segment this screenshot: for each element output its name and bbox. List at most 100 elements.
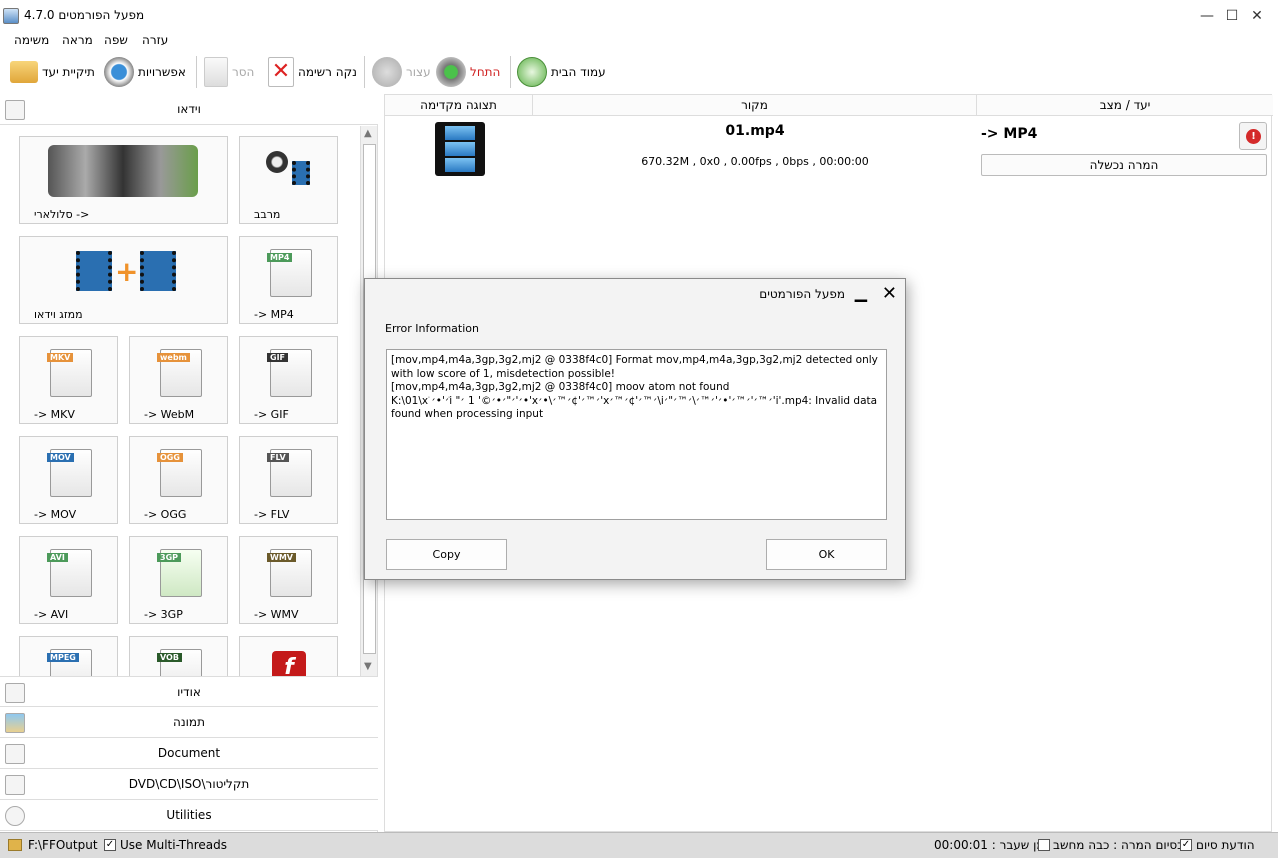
error-button[interactable]: ! (1239, 122, 1267, 150)
title-bar: מפעל הפורמטים 4.7.0 — ☐ ✕ (0, 0, 1278, 32)
column-output-status[interactable]: יעד / מצב (977, 95, 1273, 116)
remove-label: הסר (232, 65, 255, 79)
error-icon: ! (1246, 129, 1261, 144)
tile-mpeg[interactable]: MPEG (19, 636, 118, 676)
ok-button[interactable]: OK (766, 539, 887, 570)
category-dvd[interactable]: DVD\CD\ISO\תקליטור (0, 769, 378, 800)
document-icon (5, 744, 25, 764)
tile-swf[interactable]: f (239, 636, 338, 676)
tile-video-joiner[interactable]: + ממזג וידאו (19, 236, 228, 324)
webm-file-icon: webm (157, 349, 202, 397)
flv-file-icon: FLV (267, 449, 312, 497)
tile-ogg[interactable]: OGG -> OGG (129, 436, 228, 524)
output-path[interactable]: F:\FFOutput (28, 838, 98, 852)
clear-list-label: נקה רשימה (298, 65, 357, 79)
tile-avi[interactable]: AVI -> AVI (19, 536, 118, 624)
tile-webm[interactable]: webm -> WebM (129, 336, 228, 424)
menu-language[interactable]: שפה (104, 33, 128, 47)
clear-list-button[interactable]: ✕ נקה רשימה (268, 54, 357, 90)
file-name: 01.mp4 (725, 123, 785, 139)
multithreads-checkbox[interactable]: ✓ (104, 839, 116, 851)
menu-help[interactable]: עזרה (142, 33, 168, 47)
toolbar-separator (364, 56, 365, 88)
mkv-file-icon: MKV (47, 349, 92, 397)
stop-icon (372, 57, 402, 87)
wmv-file-icon: WMV (267, 549, 312, 597)
film-icon (292, 161, 310, 185)
tile-gif[interactable]: GIF -> GIF (239, 336, 338, 424)
menu-view[interactable]: מראה (62, 33, 93, 47)
tile-mp4[interactable]: MP4 -> MP4 (239, 236, 338, 324)
tile-mkv[interactable]: MKV -> MKV (19, 336, 118, 424)
tile-mobile[interactable]: סלולארי -> (19, 136, 228, 224)
tile-wmv[interactable]: WMV -> WMV (239, 536, 338, 624)
conversion-status[interactable]: המרה נכשלה (981, 154, 1267, 176)
start-button[interactable]: התחל (436, 54, 500, 90)
category-picture[interactable]: תמונה (0, 707, 378, 738)
elapsed-time: 00:00:01 : זמן שעבר (934, 838, 1049, 852)
error-info-heading: Error Information (385, 322, 479, 335)
remove-button[interactable]: הסר (204, 54, 254, 90)
tile-multiplex[interactable]: מרבב (239, 136, 338, 224)
start-label: התחל (470, 65, 501, 79)
tile-mov[interactable]: MOV -> MOV (19, 436, 118, 524)
category-utilities[interactable]: Utilities (0, 800, 378, 831)
plus-icon: + (115, 255, 139, 288)
error-line: K:\01\ׁx ׳'ׁ•׳i "׳'׳"׳•׳©' 1 ׳•'x׳™׳'¢׳™… (391, 394, 881, 421)
toolbar-separator (196, 56, 197, 88)
output-folder-button[interactable]: תיקיית יעד (10, 54, 95, 90)
column-preview[interactable]: תצוגה מקדימה (385, 95, 533, 116)
category-video[interactable]: וידאו (0, 94, 378, 125)
mpeg-file-icon: MPEG (47, 649, 92, 676)
scroll-up-icon[interactable]: ▲ (364, 128, 372, 139)
minimize-button[interactable]: — (1197, 6, 1217, 26)
error-line: [mov,mp4,m4a,3gp,3g2,mj2 @ 0338f4c0] moo… (391, 381, 730, 393)
menu-bar: משימה מראה שפה עזרה (0, 30, 1278, 50)
shutdown-checkbox[interactable] (1038, 839, 1050, 851)
film-icon (140, 251, 176, 291)
stop-button[interactable]: עצור (372, 54, 431, 90)
error-dialog: מפעל הפורמטים ▁ ✕ Error Information [mov… (364, 278, 906, 580)
start-icon (436, 57, 466, 87)
column-source[interactable]: מקור (533, 95, 977, 116)
gear-icon (104, 57, 134, 87)
copy-button[interactable]: Copy (386, 539, 507, 570)
flash-icon: f (272, 651, 306, 676)
window-title: מפעל הפורמטים 4.7.0 (24, 8, 145, 22)
shutdown-label: בסיום המרה : כבה מחשב (1053, 838, 1185, 852)
category-audio[interactable]: אודיו (0, 676, 378, 707)
picture-icon (5, 713, 25, 733)
category-utilities-label: Utilities (166, 808, 212, 822)
homepage-button[interactable]: עמוד הבית (517, 54, 606, 90)
film-icon (76, 251, 112, 291)
tile-flv[interactable]: FLV -> FLV (239, 436, 338, 524)
output-folder-label: תיקיית יעד (42, 65, 95, 79)
toolbar: תיקיית יעד אפשרויות הסר ✕ נקה רשימה עצור… (0, 52, 1278, 94)
toolbar-separator (510, 56, 511, 88)
mov-file-icon: MOV (47, 449, 92, 497)
mp4-file-icon: MP4 (267, 249, 312, 297)
dialog-close-icon[interactable]: ✕ (882, 283, 897, 304)
disc-drive-icon (5, 775, 25, 795)
options-button[interactable]: אפשרויות (104, 54, 186, 90)
category-document-label: Document (157, 746, 221, 760)
file-info: 670.32M , 0x0 , 0.00fps , 0bps , 00:00:0… (641, 155, 869, 168)
dialog-minimize-icon[interactable]: ▁ (855, 283, 867, 302)
target-format: -> MP4 (981, 126, 1038, 142)
tile-3gp[interactable]: 3GP -> 3GP (129, 536, 228, 624)
notify-checkbox[interactable]: ✓ (1180, 839, 1192, 851)
menu-task[interactable]: משימה (14, 33, 49, 47)
tile-vob[interactable]: VOB (129, 636, 228, 676)
error-details-text[interactable]: [mov,mp4,m4a,3gp,3g2,mj2 @ 0338f4c0] For… (386, 349, 887, 520)
close-button[interactable]: ✕ (1247, 6, 1267, 26)
error-line: [mov,mp4,m4a,3gp,3g2,mj2 @ 0338f4c0] For… (391, 354, 882, 380)
category-document[interactable]: Document (0, 738, 378, 769)
3gp-file-icon: 3GP (157, 549, 202, 597)
category-dvd-label: DVD\CD\ISO\תקליטור (128, 777, 250, 791)
homepage-label: עמוד הבית (551, 65, 606, 79)
app-icon (3, 8, 19, 24)
scroll-down-icon[interactable]: ▼ (364, 661, 372, 672)
maximize-button[interactable]: ☐ (1222, 6, 1242, 26)
globe-icon (517, 57, 547, 87)
film-reel-icon (266, 151, 288, 173)
